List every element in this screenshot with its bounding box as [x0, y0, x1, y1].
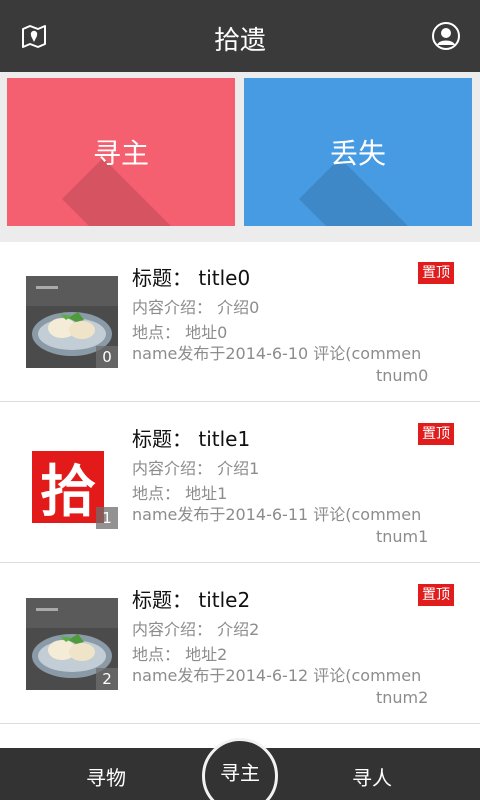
item-title: 标题： title2	[132, 588, 251, 612]
find-owner-label: 寻主	[92, 137, 149, 170]
image-count-badge: 0	[96, 346, 118, 368]
item-thumbnail: 2	[26, 598, 118, 690]
image-count-badge: 1	[96, 507, 118, 529]
item-publish-info: name发布于2014-6-12 评论(commen tnum2	[132, 665, 458, 709]
item-title: 标题： title0	[132, 266, 251, 290]
item-publish-line2: tnum2	[376, 688, 429, 707]
pinned-badge: 置顶	[418, 584, 454, 606]
lost-label: 丢失	[329, 137, 386, 170]
item-thumbnail: 拾 1	[26, 437, 118, 529]
item-location: 地点： 地址2	[132, 645, 228, 664]
item-intro: 内容介绍： 介绍2	[132, 620, 260, 639]
post-list: 0 标题： title0 内容介绍： 介绍0 地点： 地址0 name发布于20…	[0, 242, 480, 748]
category-tiles: 寻主 丢失	[0, 72, 480, 242]
item-publish-line1: name发布于2014-6-12 评论(commen	[132, 666, 422, 685]
item-publish-info: name发布于2014-6-10 评论(commen tnum0	[132, 343, 458, 387]
pinned-badge: 置顶	[418, 423, 454, 445]
page-title: 拾遗	[213, 26, 266, 56]
item-publish-info: name发布于2014-6-11 评论(commen tnum1	[132, 504, 458, 548]
item-location: 地点： 地址0	[132, 323, 228, 342]
item-publish-line1: name发布于2014-6-10 评论(commen	[132, 344, 422, 363]
nav-find-person[interactable]: 寻人	[352, 762, 392, 791]
item-publish-line1: name发布于2014-6-11 评论(commen	[132, 505, 422, 524]
lost-tile[interactable]: 丢失	[244, 78, 472, 226]
list-item[interactable]: 2 标题： title2 内容介绍： 介绍2 地点： 地址2 name发布于20…	[0, 564, 480, 724]
item-title: 标题： title1	[132, 427, 251, 451]
item-thumbnail: 0	[26, 276, 118, 368]
item-intro: 内容介绍： 介绍1	[132, 459, 260, 478]
item-publish-line2: tnum1	[376, 527, 429, 546]
item-intro: 内容介绍： 介绍0	[132, 298, 260, 317]
app-logo-image: 拾	[32, 451, 104, 525]
list-item[interactable]: 0 标题： title0 内容介绍： 介绍0 地点： 地址0 name发布于20…	[0, 242, 480, 402]
find-owner-tile[interactable]: 寻主	[7, 78, 235, 226]
nav-find-owner-label: 寻主	[220, 761, 260, 785]
item-location: 地点： 地址1	[132, 484, 228, 503]
item-publish-line2: tnum0	[376, 366, 429, 385]
list-item[interactable]: 拾 1 标题： title1 内容介绍： 介绍1 地点： 地址1 name发布于…	[0, 403, 480, 563]
image-count-badge: 2	[96, 668, 118, 690]
nav-find-item[interactable]: 寻物	[86, 762, 126, 791]
user-profile-icon[interactable]	[428, 18, 464, 54]
pinned-badge: 置顶	[418, 262, 454, 284]
top-bar: 拾遗	[0, 0, 480, 72]
